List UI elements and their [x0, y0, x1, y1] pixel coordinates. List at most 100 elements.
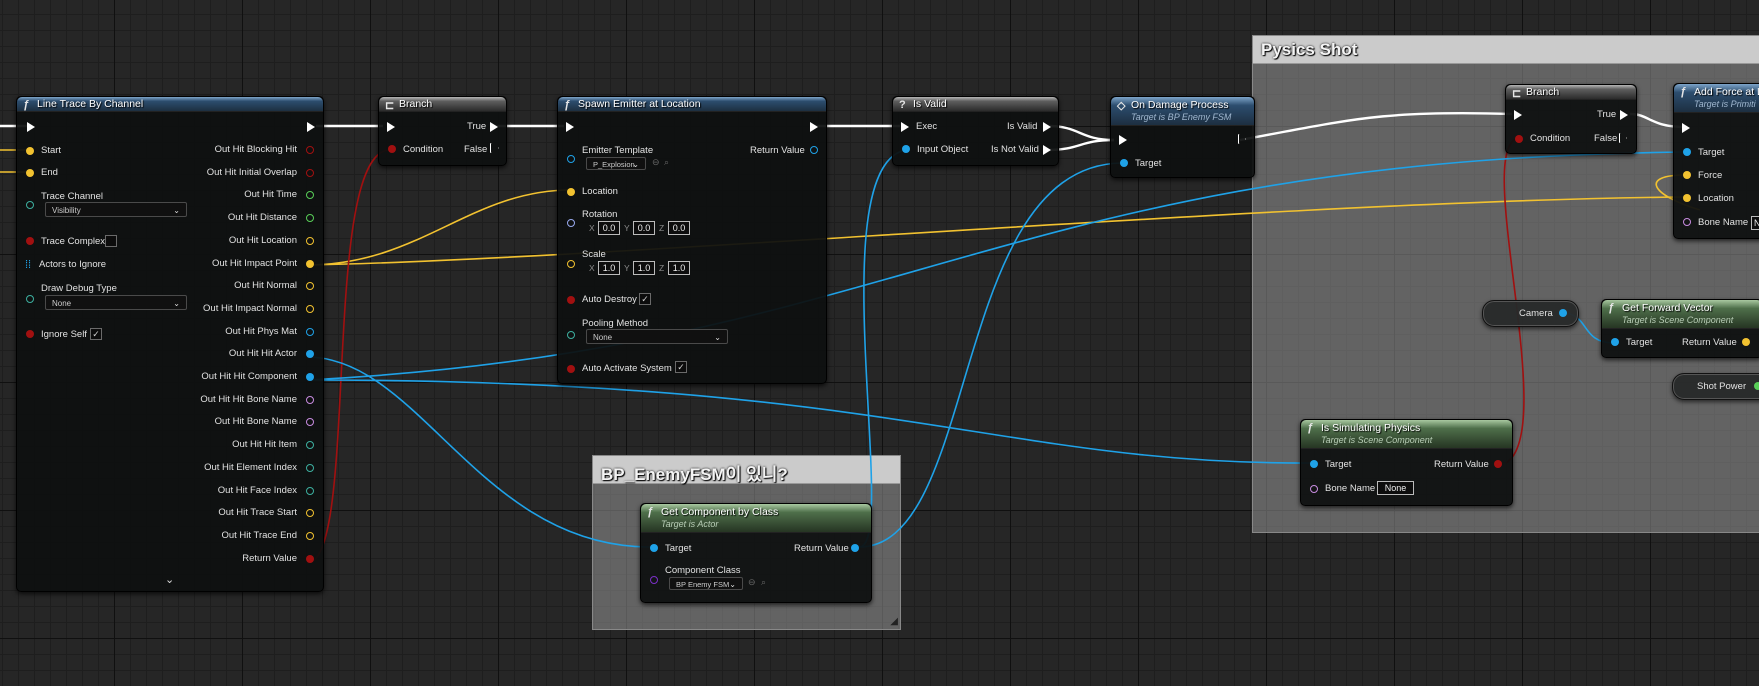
- node-is-valid[interactable]: ? Is Valid Exec Is Valid Input Object Is…: [892, 96, 1059, 166]
- true-exec-pin[interactable]: [1620, 110, 1628, 120]
- shot-power-output-pin[interactable]: [1754, 382, 1759, 390]
- output-pin[interactable]: [306, 282, 314, 291]
- location-pin[interactable]: [1683, 194, 1691, 202]
- node-line-trace-by-channel[interactable]: ƒ Line Trace By Channel Start End Trace …: [16, 96, 324, 592]
- return-value-pin[interactable]: [851, 544, 859, 552]
- start-pin[interactable]: [26, 147, 34, 155]
- input-object-pin[interactable]: [902, 145, 910, 153]
- emitter-template-pin[interactable]: [567, 155, 575, 163]
- browse-icon[interactable]: ⌕: [761, 577, 766, 588]
- true-exec-pin[interactable]: [490, 122, 498, 132]
- condition-pin[interactable]: [388, 145, 396, 153]
- variable-camera[interactable]: Camera: [1482, 300, 1579, 327]
- output-pin[interactable]: [306, 418, 314, 427]
- output-pin[interactable]: [306, 214, 314, 223]
- exec-out-pin[interactable]: [810, 122, 818, 132]
- scale-pin[interactable]: [567, 260, 575, 268]
- node-is-simulating-physics[interactable]: ƒ Is Simulating Physics Target is Scene …: [1300, 419, 1513, 506]
- exec-in-pin[interactable]: [1514, 110, 1522, 120]
- location-pin[interactable]: [567, 188, 575, 196]
- draw-debug-dropdown[interactable]: None ⌄: [45, 295, 187, 310]
- node-branch[interactable]: ⊏ Branch True Condition False: [378, 96, 507, 166]
- output-pin[interactable]: [306, 441, 314, 450]
- auto-destroy-checkbox[interactable]: ✓: [639, 293, 651, 305]
- output-pin[interactable]: [306, 236, 314, 245]
- node-get-forward-vector[interactable]: ƒ Get Forward Vector Target is Scene Com…: [1601, 299, 1759, 358]
- output-pin[interactable]: [306, 463, 314, 472]
- chevron-down-icon[interactable]: ⌄: [165, 573, 174, 586]
- rotation-x-field[interactable]: 0.0: [598, 221, 620, 235]
- target-pin[interactable]: [1310, 460, 1318, 468]
- return-value-pin[interactable]: [1742, 338, 1750, 346]
- component-class-pin[interactable]: [650, 576, 658, 584]
- emitter-template-dropdown[interactable]: P_Explosion ⌄: [586, 157, 646, 170]
- draw-debug-pin[interactable]: [26, 295, 34, 303]
- rotation-y-field[interactable]: 0.0: [633, 221, 655, 235]
- output-pin[interactable]: [306, 509, 314, 518]
- bone-name-pin[interactable]: [1683, 218, 1691, 226]
- output-pin[interactable]: [306, 146, 314, 154]
- node-branch-physics[interactable]: ⊏ Branch True Condition False: [1505, 84, 1637, 154]
- exec-out-pin[interactable]: [307, 122, 315, 132]
- browse-icon[interactable]: ⌕: [664, 157, 669, 168]
- target-pin[interactable]: [1683, 148, 1691, 156]
- target-pin[interactable]: [650, 544, 658, 552]
- use-asset-icon[interactable]: ⊖: [748, 577, 756, 588]
- trace-channel-dropdown[interactable]: Visibility ⌄: [45, 202, 187, 217]
- return-value-pin[interactable]: [810, 146, 818, 154]
- node-get-component-by-class[interactable]: ƒ Get Component by Class Target is Actor…: [640, 503, 872, 603]
- output-pin[interactable]: [306, 304, 314, 313]
- rotation-z-field[interactable]: 0.0: [668, 221, 690, 235]
- ignore-self-checkbox[interactable]: ✓: [90, 328, 102, 340]
- bone-name-field[interactable]: N: [1751, 216, 1759, 230]
- component-class-dropdown[interactable]: BP Enemy FSM ⌄: [669, 577, 743, 590]
- exec-in-pin[interactable]: [566, 122, 574, 132]
- auto-activate-pin[interactable]: [567, 365, 575, 373]
- rotation-pin[interactable]: [567, 219, 575, 227]
- scale-y-field[interactable]: 1.0: [633, 261, 655, 275]
- output-pin[interactable]: [306, 395, 314, 404]
- auto-destroy-pin[interactable]: [567, 296, 575, 304]
- exec-in-pin[interactable]: [901, 122, 909, 132]
- bone-name-pin[interactable]: [1310, 485, 1318, 493]
- is-not-valid-exec-pin[interactable]: [1043, 145, 1051, 155]
- output-pin[interactable]: [306, 350, 314, 359]
- condition-pin[interactable]: [1515, 135, 1523, 143]
- is-valid-exec-pin[interactable]: [1043, 122, 1051, 132]
- exec-in-pin[interactable]: [387, 122, 395, 132]
- output-pin[interactable]: [306, 191, 314, 200]
- pooling-method-dropdown[interactable]: None ⌄: [586, 329, 728, 344]
- pooling-method-pin[interactable]: [567, 331, 575, 339]
- trace-channel-pin[interactable]: [26, 201, 34, 209]
- use-asset-icon[interactable]: ⊖: [652, 157, 660, 168]
- scale-z-field[interactable]: 1.0: [668, 261, 690, 275]
- output-pin[interactable]: [306, 531, 314, 540]
- false-exec-pin[interactable]: [490, 143, 499, 153]
- node-spawn-emitter-at-location[interactable]: ƒ Spawn Emitter at Location Emitter Temp…: [557, 96, 827, 384]
- bone-name-field[interactable]: None: [1377, 481, 1414, 495]
- exec-in-pin[interactable]: [27, 122, 35, 132]
- variable-shot-power[interactable]: Shot Power: [1672, 373, 1759, 400]
- target-pin[interactable]: [1611, 338, 1619, 346]
- scale-x-field[interactable]: 1.0: [598, 261, 620, 275]
- array-pin-icon[interactable]: ⁞⁞: [25, 259, 31, 271]
- return-value-pin[interactable]: [1494, 460, 1502, 468]
- force-pin[interactable]: [1683, 171, 1691, 179]
- trace-complex-checkbox[interactable]: [105, 235, 117, 247]
- output-pin[interactable]: [306, 554, 314, 563]
- end-pin[interactable]: [26, 169, 34, 177]
- exec-in-pin[interactable]: [1682, 123, 1690, 133]
- ignore-self-pin[interactable]: [26, 330, 34, 338]
- exec-out-pin[interactable]: [1238, 134, 1246, 144]
- node-add-force-at-location[interactable]: ƒ Add Force at L Target is Primiti Targe…: [1673, 83, 1759, 239]
- node-on-damage-process[interactable]: ◇ On Damage Process Target is BP Enemy F…: [1110, 96, 1255, 178]
- output-pin[interactable]: [306, 327, 314, 336]
- camera-output-pin[interactable]: [1559, 309, 1567, 317]
- output-pin[interactable]: [306, 373, 314, 381]
- target-pin[interactable]: [1120, 159, 1128, 167]
- exec-in-pin[interactable]: [1119, 135, 1127, 145]
- output-pin[interactable]: [306, 486, 314, 495]
- output-pin[interactable]: [306, 259, 314, 268]
- false-exec-pin[interactable]: [1619, 133, 1627, 143]
- trace-complex-pin[interactable]: [26, 237, 34, 245]
